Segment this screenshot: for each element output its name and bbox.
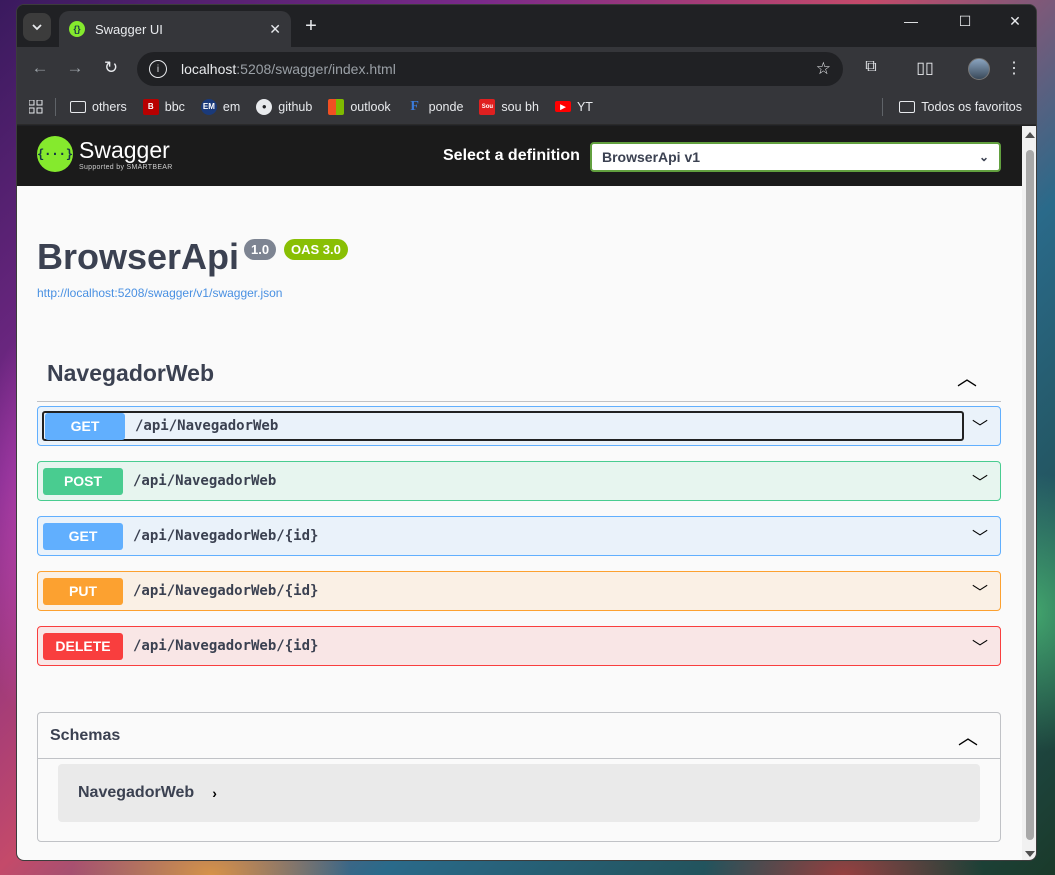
tab-search-button[interactable]: [23, 13, 51, 41]
chevron-down-icon: [32, 24, 42, 31]
scroll-up-arrow-icon[interactable]: [1025, 132, 1035, 138]
browser-toolbar: ← → ↻ i localhost:5208/swagger/index.htm…: [17, 47, 1036, 89]
youtube-icon: ▶: [554, 101, 571, 112]
bookmark-sou-bh[interactable]: Sou sou bh: [479, 98, 539, 115]
reload-button[interactable]: ↻: [100, 58, 122, 78]
page-scrollbar[interactable]: [1022, 126, 1036, 860]
operation-put[interactable]: PUT /api/NavegadorWeb/{id} ﹀: [37, 571, 1001, 611]
forward-button[interactable]: →: [64, 58, 86, 78]
operation-path: /api/NavegadorWeb/{id}: [133, 638, 319, 654]
tab-title: Swagger UI: [95, 21, 163, 37]
operation-delete[interactable]: DELETE /api/NavegadorWeb/{id} ﹀: [37, 626, 1001, 666]
bookmark-bbc[interactable]: B bbc: [142, 98, 185, 115]
bookmark-yt[interactable]: ▶ YT: [554, 100, 593, 114]
swagger-favicon-icon: {}: [69, 21, 85, 37]
oas-badge: OAS 3.0: [284, 239, 348, 260]
method-badge: POST: [43, 467, 123, 495]
operation-path: /api/NavegadorWeb: [133, 473, 277, 489]
chevron-down-icon[interactable]: ﹀: [968, 579, 992, 603]
folder-icon: [70, 100, 86, 113]
close-tab-icon[interactable]: ✕: [269, 21, 281, 38]
sou-bh-icon: Sou: [479, 98, 496, 115]
back-button[interactable]: ←: [29, 58, 51, 78]
method-badge: PUT: [43, 577, 123, 605]
definition-select[interactable]: BrowserApi v1 ⌄: [590, 142, 1001, 172]
apps-icon[interactable]: [29, 99, 43, 114]
chevron-right-icon[interactable]: ›: [212, 785, 217, 801]
tag-title: NavegadorWeb: [47, 360, 215, 386]
ponde-icon: F: [410, 98, 419, 114]
tag-section-header[interactable]: NavegadorWeb ︿: [37, 348, 1001, 402]
swagger-logo-name: Swagger: [79, 136, 170, 163]
operation-path: /api/NavegadorWeb/{id}: [133, 528, 319, 544]
browser-window: {} Swagger UI ✕ + — ☐ ✕ ← → ↻ i localhos…: [16, 4, 1037, 861]
all-bookmarks[interactable]: Todos os favoritos: [882, 98, 1022, 116]
site-info-icon[interactable]: i: [149, 60, 167, 78]
bbc-icon: B: [142, 98, 159, 115]
version-badge: 1.0: [244, 239, 277, 260]
scrollbar-thumb[interactable]: [1026, 150, 1034, 840]
chevron-up-icon[interactable]: ︿: [958, 721, 978, 750]
profile-avatar[interactable]: [968, 58, 990, 80]
minimize-button[interactable]: —: [888, 13, 934, 29]
operation-path: /api/NavegadorWeb: [135, 418, 279, 434]
spec-url-link[interactable]: http://localhost:5208/swagger/v1/swagger…: [37, 286, 282, 300]
bookmark-em[interactable]: EM em: [200, 98, 240, 115]
method-badge: GET: [45, 412, 125, 440]
swagger-topbar: {···} Swagger Supported by SMARTBEAR Sel…: [17, 126, 1022, 186]
new-tab-button[interactable]: +: [299, 15, 323, 38]
bookmark-star-icon[interactable]: ☆: [816, 59, 831, 79]
api-title: BrowserApi: [37, 236, 240, 277]
bookmark-others[interactable]: others: [70, 100, 127, 114]
bookmarks-separator: [55, 97, 56, 116]
bookmarks-bar: others B bbc EM em ● github outlook F po…: [17, 89, 1036, 125]
operation-get-by-id[interactable]: GET /api/NavegadorWeb/{id} ﹀: [37, 516, 1001, 556]
extensions-icon[interactable]: ⧉: [859, 58, 883, 76]
bookmark-github[interactable]: ● github: [256, 98, 312, 115]
select-definition-label: Select a definition: [443, 147, 580, 164]
close-window-button[interactable]: ✕: [992, 13, 1036, 30]
chevron-up-icon[interactable]: ︿: [957, 362, 977, 391]
folder-icon: [899, 101, 916, 113]
address-bar[interactable]: i localhost:5208/swagger/index.html ☆: [137, 52, 843, 86]
swagger-logo[interactable]: {···} Swagger Supported by SMARTBEAR: [37, 136, 173, 172]
maximize-button[interactable]: ☐: [942, 13, 988, 30]
github-icon: ●: [256, 98, 273, 115]
tab-strip: {} Swagger UI ✕ + — ☐ ✕: [17, 5, 1036, 47]
chevron-down-icon: ⌄: [978, 150, 989, 164]
swagger-logo-sub: Supported by SMARTBEAR: [79, 163, 173, 171]
bookmark-ponde[interactable]: F ponde: [407, 98, 463, 115]
outlook-icon: [328, 98, 345, 115]
em-icon: EM: [200, 98, 217, 115]
menu-icon[interactable]: ⋮: [1002, 58, 1026, 78]
chevron-down-icon[interactable]: ﹀: [968, 524, 992, 548]
operation-path: /api/NavegadorWeb/{id}: [133, 583, 319, 599]
page-viewport: {···} Swagger Supported by SMARTBEAR Sel…: [17, 126, 1022, 860]
chevron-down-icon[interactable]: ﹀: [968, 634, 992, 658]
reading-mode-icon[interactable]: ▯▯: [913, 58, 937, 78]
schemas-header[interactable]: Schemas ︿: [38, 713, 1000, 759]
schema-name: NavegadorWeb: [78, 784, 195, 801]
operation-get-list[interactable]: GET /api/NavegadorWeb ﹀: [37, 406, 1001, 446]
chevron-down-icon[interactable]: ﹀: [968, 469, 992, 493]
schemas-section: Schemas ︿ NavegadorWeb ›: [37, 712, 1001, 842]
method-badge: GET: [43, 522, 123, 550]
url-text[interactable]: localhost:5208/swagger/index.html: [181, 61, 816, 77]
method-badge: DELETE: [43, 632, 123, 660]
bookmark-outlook[interactable]: outlook: [328, 98, 391, 115]
operation-post[interactable]: POST /api/NavegadorWeb ﹀: [37, 461, 1001, 501]
swagger-logo-icon: {···}: [37, 136, 73, 172]
scroll-down-arrow-icon[interactable]: [1025, 851, 1035, 857]
tab-swagger[interactable]: {} Swagger UI ✕: [59, 11, 291, 47]
chevron-down-icon[interactable]: ﹀: [968, 414, 992, 438]
schema-model-navegadorweb[interactable]: NavegadorWeb ›: [58, 764, 980, 822]
schemas-title: Schemas: [50, 726, 121, 744]
